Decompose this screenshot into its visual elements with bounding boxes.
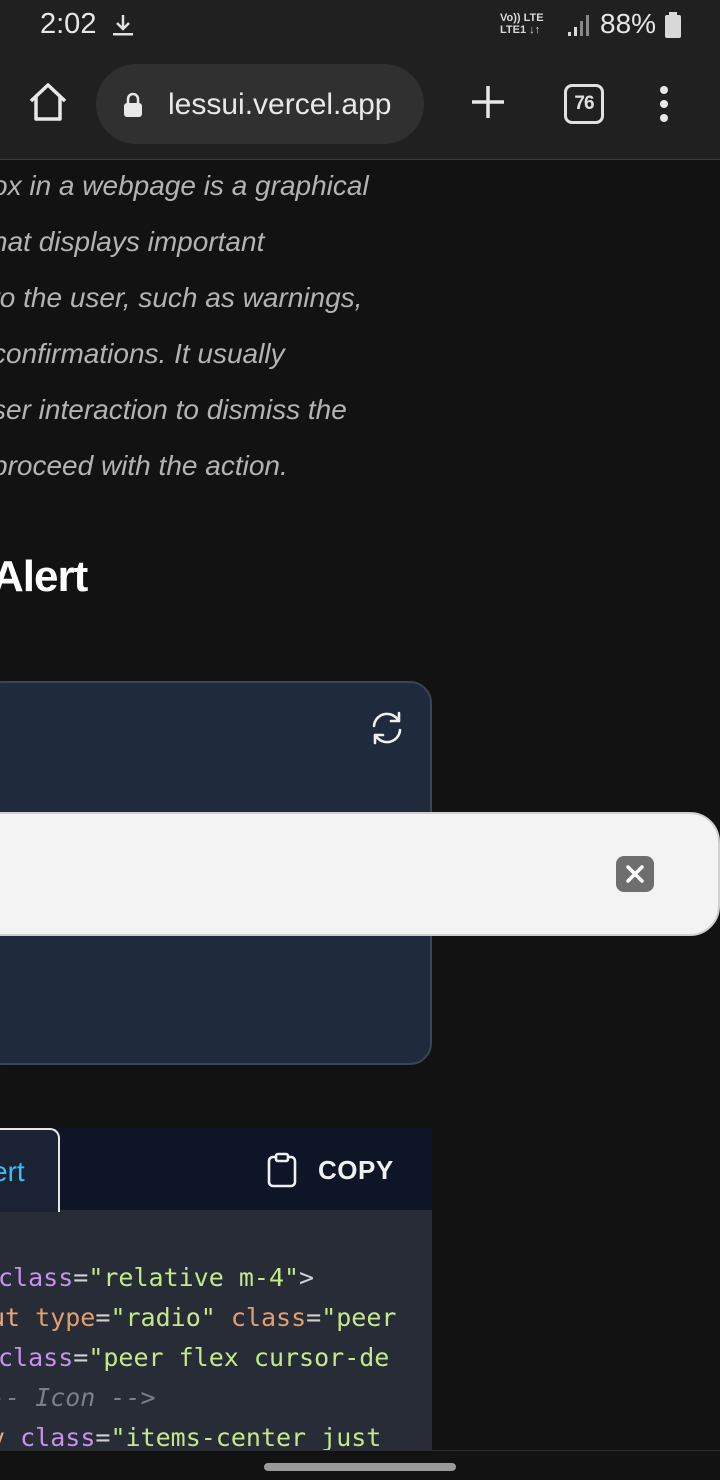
more-menu-icon[interactable] [650,84,678,124]
code-token: "radio" [110,1303,216,1332]
section-heading: Alert [0,552,88,601]
copy-label: COPY [318,1154,394,1185]
lock-icon [124,92,142,117]
clipboard-icon [267,1152,297,1188]
browser-toolbar: lessui.vercel.app 76 [0,50,720,160]
alert-close-button[interactable] [616,856,654,892]
home-icon[interactable] [26,80,70,124]
code-line: class="relative m-4"> [0,1258,396,1298]
code-token: = [95,1303,111,1332]
code-token: type [35,1303,96,1332]
code-body: class="relative m-4">ut type="radio" cla… [0,1258,396,1458]
code-line: ut type="radio" class="peer [0,1298,396,1338]
code-token: = [95,1423,111,1452]
paragraph-line: hat displays important [0,226,265,257]
paragraph-line: ser interaction to dismiss the [0,394,347,425]
code-token: "peer flex cursor-de [88,1343,390,1372]
gesture-handle[interactable] [264,1463,456,1471]
tab-switcher-button[interactable]: 76 [564,84,604,124]
paragraph-line: proceed with the action. [0,450,288,481]
paragraph-line: to the user, such as warnings, [0,282,363,313]
code-token: > [299,1263,315,1292]
new-tab-icon[interactable] [468,82,508,122]
battery-icon [665,12,681,38]
description-paragraph: ox in a webpage is a graphical hat displ… [0,158,452,494]
code-header: ert COPY [0,1128,432,1212]
download-icon [113,15,133,36]
code-token: class [0,1263,74,1292]
code-line: -- Icon --> [0,1378,396,1418]
code-token: = [73,1263,89,1292]
code-tab[interactable]: ert [0,1128,60,1212]
refresh-icon[interactable] [368,709,406,747]
code-token: = [73,1343,89,1372]
paragraph-line: confirmations. It usually [0,338,285,369]
close-icon [626,865,644,883]
signal-icon [568,15,589,36]
code-line: class="peer flex cursor-de [0,1338,396,1378]
status-time: 2:02 [40,8,97,40]
lte-badge: LTE1 ↓↑ [500,24,541,36]
code-token: class [0,1343,74,1372]
battery-percent: 88% [600,8,657,39]
status-bar: 2:02 Vo)) LTE LTE1 ↓↑ 88% [0,0,720,50]
address-bar[interactable]: lessui.vercel.app [96,64,424,144]
volte-badge: Vo)) LTE [500,12,544,24]
code-token: class [20,1423,96,1452]
code-tab-label: ert [0,1156,25,1187]
code-token: "peer [321,1303,397,1332]
code-token: "items-center just [110,1423,382,1452]
code-token: -- Icon --> [0,1383,156,1412]
code-panel: ert COPY class="relative m-4">ut type="r… [0,1128,432,1458]
system-nav-bar [0,1450,720,1480]
tab-count: 76 [574,93,594,114]
code-token: class [230,1303,307,1332]
code-token: v [0,1423,20,1452]
code-token: ut [0,1303,21,1332]
code-token: = [306,1303,322,1332]
alert-box [0,812,720,936]
code-token: "relative m-4" [88,1263,300,1292]
paragraph-line: ox in a webpage is a graphical [0,170,369,201]
url-text: lessui.vercel.app [168,88,392,121]
copy-button[interactable]: COPY [266,1150,394,1190]
